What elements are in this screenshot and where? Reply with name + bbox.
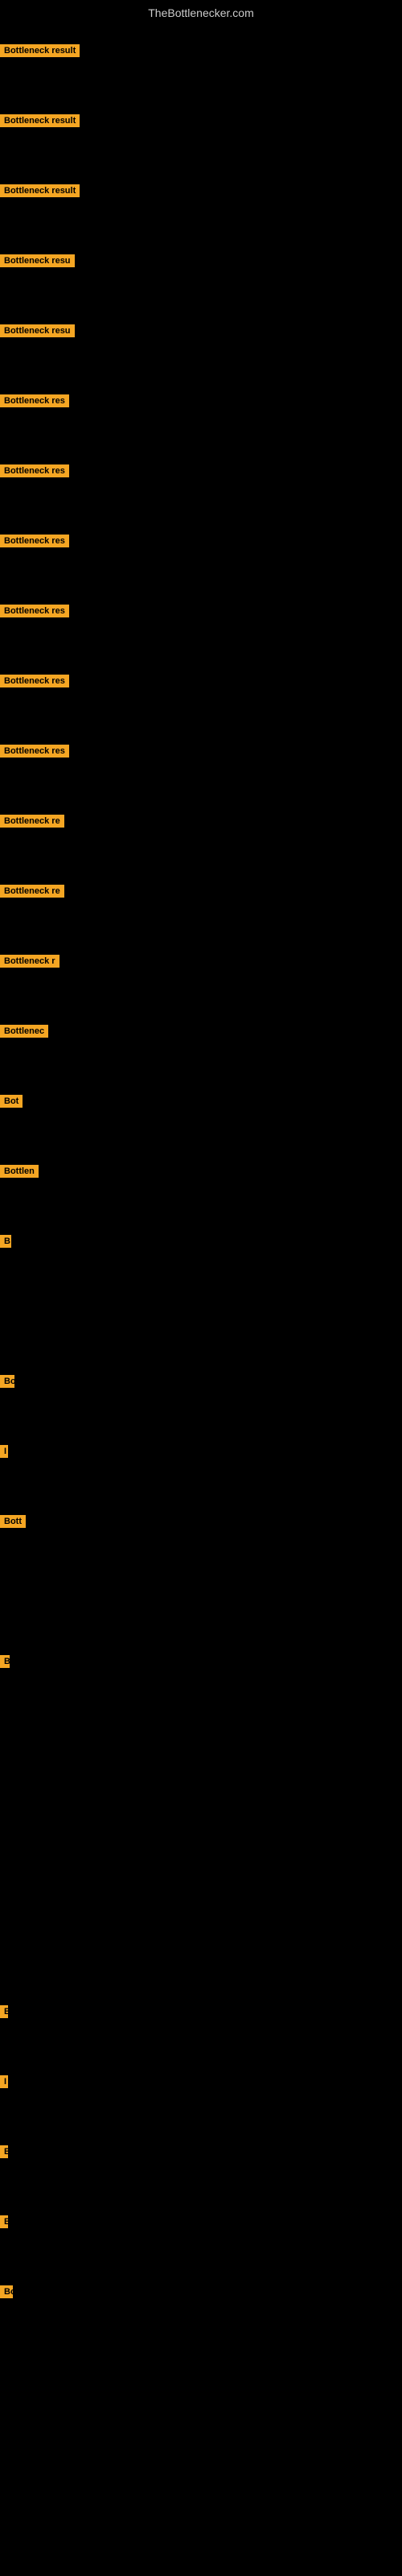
bottleneck-badge-17: Bottlen xyxy=(0,1165,39,1178)
site-title: TheBottlenecker.com xyxy=(0,0,402,23)
bottleneck-badge-9: Bottleneck res xyxy=(0,605,69,617)
bottleneck-badge-8: Bottleneck res xyxy=(0,535,69,547)
bottleneck-badge-4: Bottleneck resu xyxy=(0,254,75,267)
bottleneck-badge-16: Bot xyxy=(0,1095,23,1108)
bottleneck-badge-11: Bottleneck res xyxy=(0,745,69,758)
bottleneck-badge-19: Bo xyxy=(0,1375,14,1388)
bottleneck-badge-6: Bottleneck res xyxy=(0,394,69,407)
bottleneck-badge-22: B xyxy=(0,1655,10,1668)
bottleneck-badge-2: Bottleneck result xyxy=(0,114,80,127)
bottleneck-badge-20: I xyxy=(0,1445,8,1458)
bottleneck-badge-7: Bottleneck res xyxy=(0,464,69,477)
bottleneck-badge-14: Bottleneck r xyxy=(0,955,59,968)
bottleneck-badge-10: Bottleneck res xyxy=(0,675,69,687)
bottleneck-badge-18: B xyxy=(0,1235,11,1248)
bottleneck-badge-24: I xyxy=(0,2075,8,2088)
bottleneck-badge-27: Bo xyxy=(0,2285,13,2298)
bottleneck-badge-5: Bottleneck resu xyxy=(0,324,75,337)
bottleneck-badge-21: Bott xyxy=(0,1515,26,1528)
bottleneck-badge-26: B xyxy=(0,2215,8,2228)
bottleneck-badge-3: Bottleneck result xyxy=(0,184,80,197)
bottleneck-badge-1: Bottleneck result xyxy=(0,44,80,57)
bottleneck-badge-15: Bottlenec xyxy=(0,1025,48,1038)
bottleneck-badge-25: B xyxy=(0,2145,8,2158)
bottleneck-badge-13: Bottleneck re xyxy=(0,885,64,898)
bottleneck-badge-23: B xyxy=(0,2005,8,2018)
bottleneck-badge-12: Bottleneck re xyxy=(0,815,64,828)
